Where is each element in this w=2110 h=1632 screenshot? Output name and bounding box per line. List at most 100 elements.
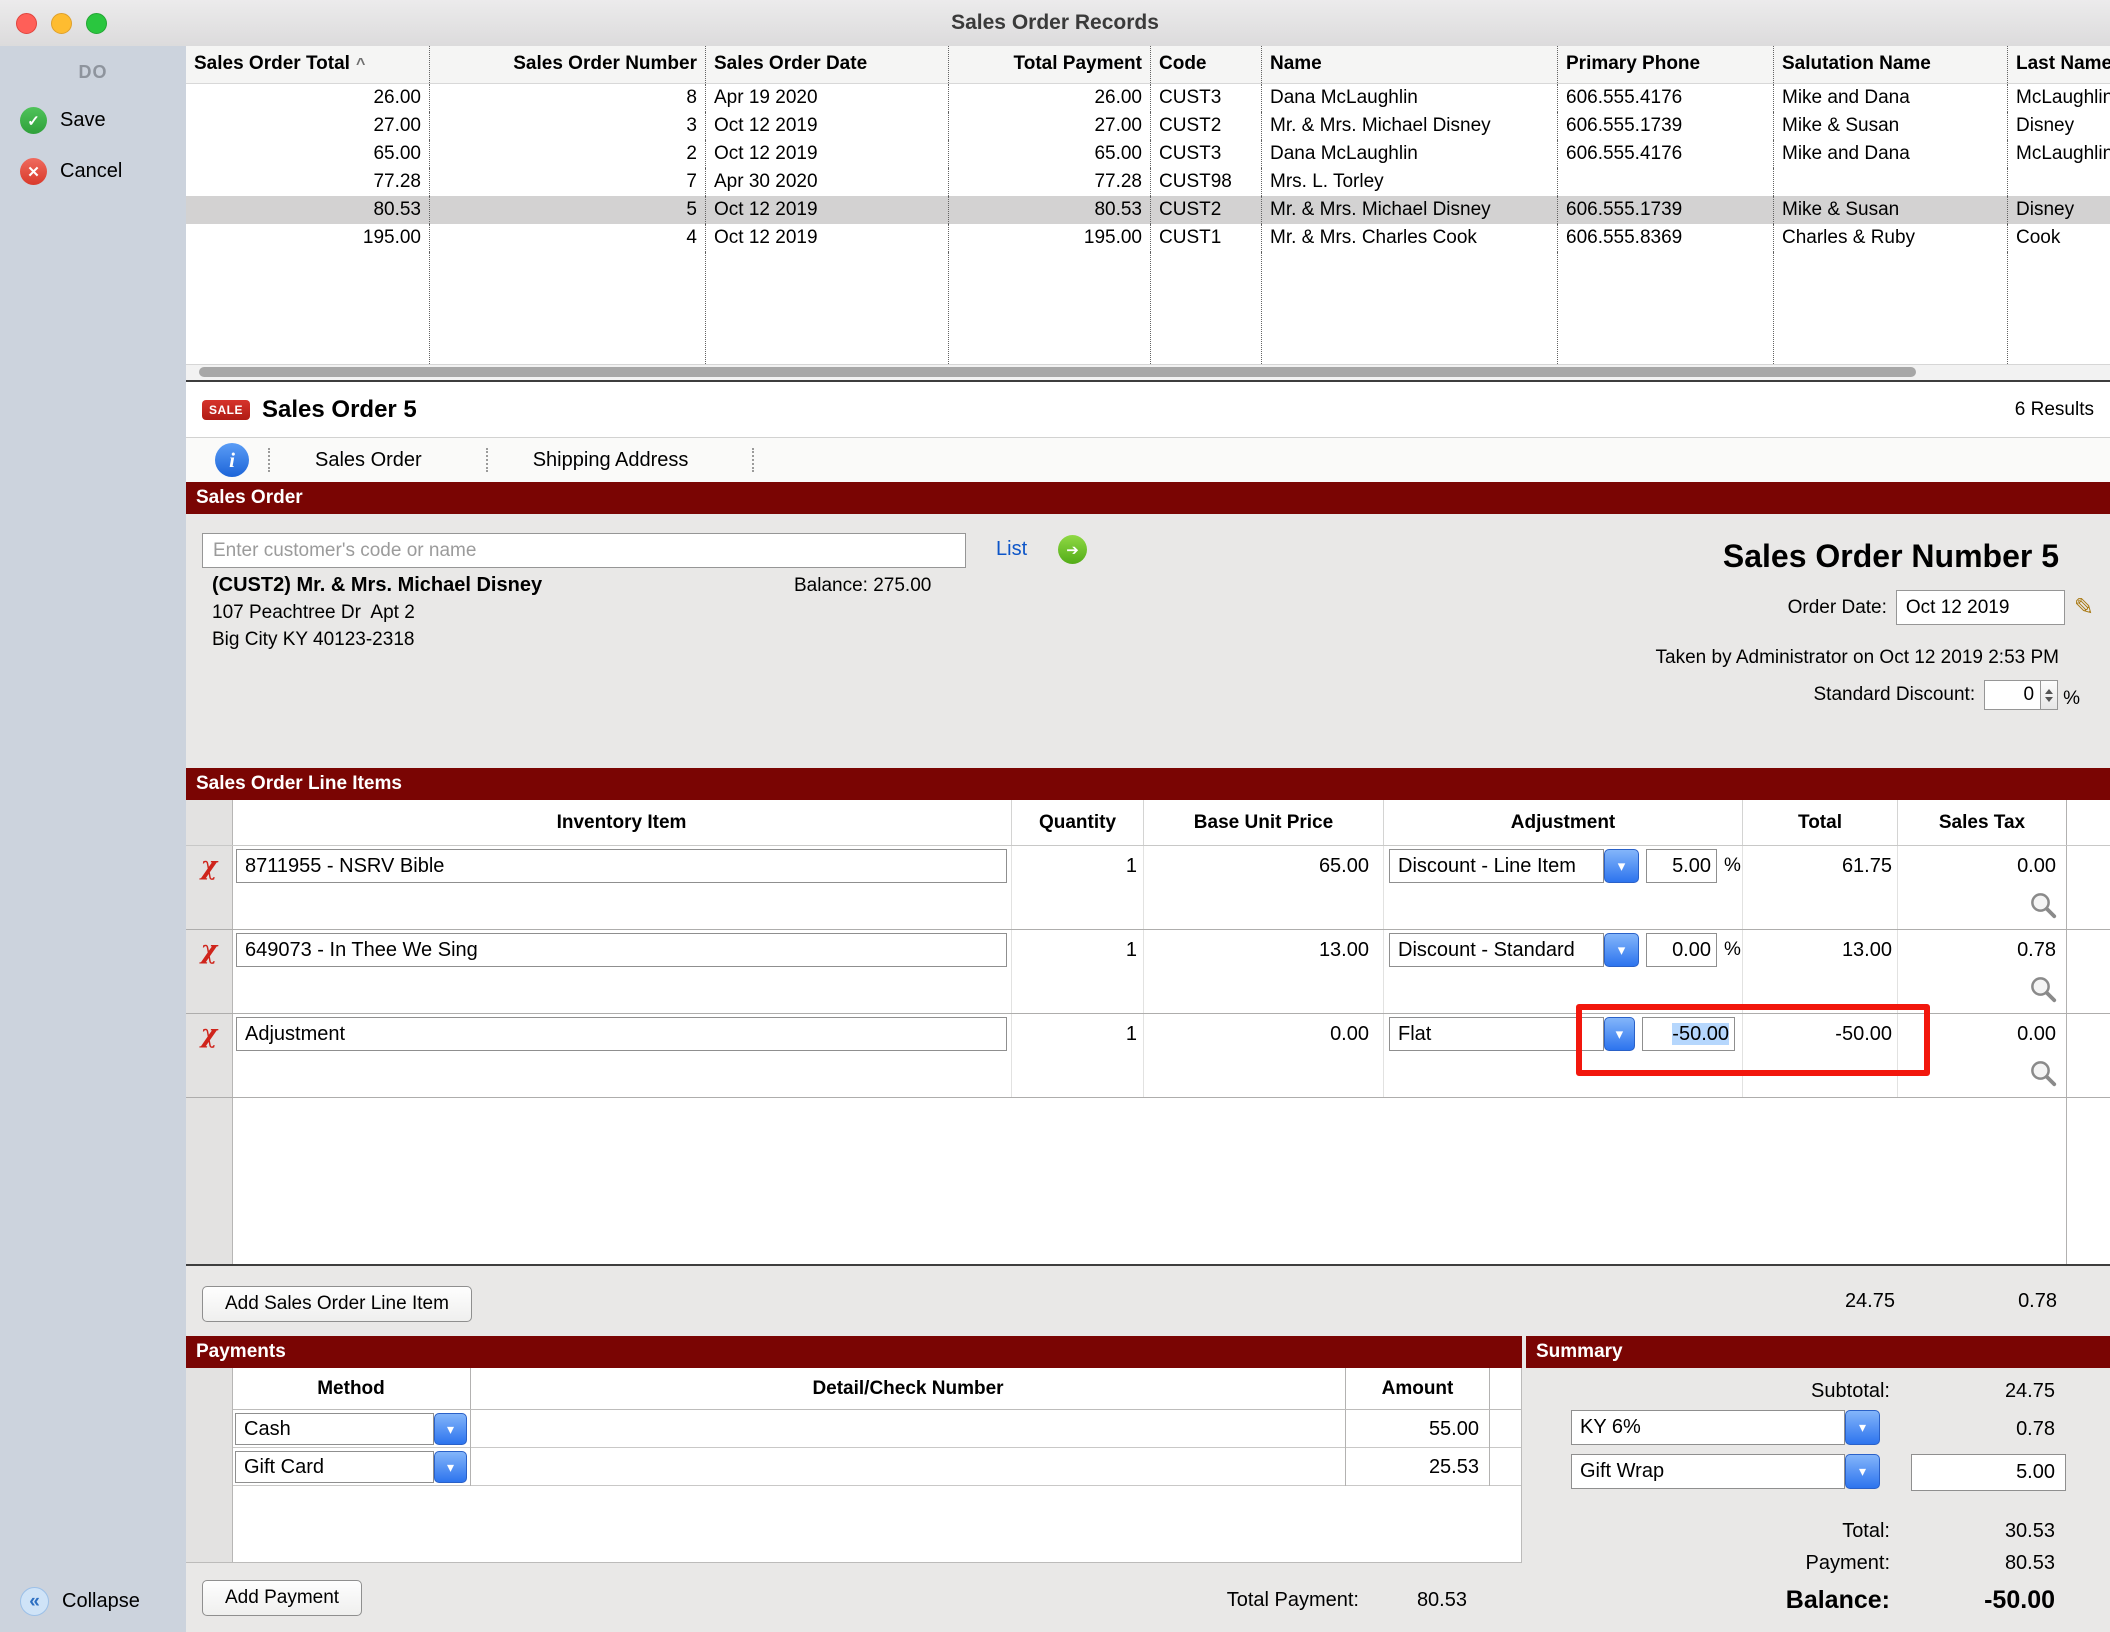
chevron-down-icon: ▾	[1859, 1419, 1866, 1436]
adjustment-dropdown-button[interactable]: ▾	[1604, 933, 1639, 967]
delete-line-icon[interactable]: χ	[186, 1014, 232, 1054]
base-unit-price-field[interactable]: 0.00	[1144, 1014, 1384, 1054]
giftwrap-option-field[interactable]: Gift Wrap	[1571, 1454, 1845, 1489]
tab-divider	[752, 448, 754, 472]
close-window-button[interactable]	[16, 13, 37, 34]
delete-line-icon[interactable]: χ	[186, 846, 232, 886]
adjustment-dropdown-button[interactable]: ▾	[1604, 849, 1639, 883]
adjustment-type-field[interactable]: Flat	[1389, 1017, 1604, 1051]
column-header-base-unit-price: Base Unit Price	[1144, 800, 1384, 845]
cancel-button[interactable]: ✕ Cancel	[0, 158, 186, 185]
adjustment-type-field[interactable]: Discount - Standard	[1389, 933, 1604, 967]
column-header-inventory-item: Inventory Item	[232, 800, 1012, 845]
delete-line-icon[interactable]: χ	[186, 930, 232, 970]
payment-method-field[interactable]: Cash	[235, 1413, 434, 1445]
cell-number: 7	[430, 168, 706, 196]
order-date-field[interactable]	[1896, 590, 2065, 625]
cell-payment: 80.53	[949, 196, 1151, 224]
column-header-name[interactable]: Name	[1262, 46, 1558, 83]
cell-date: Oct 12 2019	[706, 196, 949, 224]
cell-code: CUST3	[1151, 84, 1262, 112]
inventory-item-field[interactable]: 649073 - In Thee We Sing	[236, 933, 1007, 967]
tab-sales-order[interactable]: Sales Order	[270, 449, 467, 472]
discount-stepper[interactable]	[2041, 680, 2058, 710]
cell-lastname: Cook	[2008, 224, 2110, 252]
customer-address-line2: Big City KY 40123-2318	[212, 629, 414, 651]
inventory-item-field[interactable]: 8711955 - NSRV Bible	[236, 849, 1007, 883]
save-button[interactable]: ✓ Save	[0, 107, 186, 134]
tax-option-field[interactable]: KY 6%	[1571, 1410, 1845, 1445]
adjustment-type-field[interactable]: Discount - Line Item	[1389, 849, 1604, 883]
column-header-primary-phone[interactable]: Primary Phone	[1558, 46, 1774, 83]
column-header-last-name[interactable]: Last Name	[2008, 46, 2110, 83]
add-payment-button[interactable]: Add Payment	[202, 1580, 362, 1616]
cell-code: CUST98	[1151, 168, 1262, 196]
payment-amount-field[interactable]: 55.00	[1346, 1410, 1490, 1448]
method-dropdown-button[interactable]: ▾	[434, 1413, 467, 1445]
payment-detail-field[interactable]	[471, 1410, 1346, 1448]
table-row[interactable]: 195.00 4 Oct 12 2019 195.00 CUST1 Mr. & …	[186, 224, 2110, 252]
chevron-down-icon: ▾	[1616, 1025, 1624, 1043]
base-unit-price-field[interactable]: 13.00	[1144, 930, 1384, 970]
payment-label: Payment:	[1560, 1552, 1890, 1575]
list-link[interactable]: List	[996, 538, 1027, 561]
horizontal-scrollbar-thumb[interactable]	[199, 367, 1916, 377]
adjustment-value-field[interactable]: 0.00	[1646, 933, 1717, 967]
cell-number: 8	[430, 84, 706, 112]
cell-phone: 606.555.8369	[1558, 224, 1774, 252]
table-row-selected[interactable]: 80.53 5 Oct 12 2019 80.53 CUST2 Mr. & Mr…	[186, 196, 2110, 224]
column-header-total-payment[interactable]: Total Payment	[949, 46, 1151, 83]
adjustment-value-field[interactable]: -50.00	[1642, 1017, 1735, 1051]
adjustment-dropdown-button[interactable]: ▾	[1604, 1017, 1635, 1051]
payment-row: χ Gift Card▾ 25.53	[186, 1448, 1521, 1486]
tax-dropdown-button[interactable]: ▾	[1845, 1410, 1880, 1445]
minimize-window-button[interactable]	[51, 13, 72, 34]
adjustment-value-field[interactable]: 5.00	[1646, 849, 1717, 883]
add-line-item-button[interactable]: Add Sales Order Line Item	[202, 1286, 472, 1322]
tab-shipping-address[interactable]: Shipping Address	[488, 449, 734, 472]
order-date-row: Order Date: ✎	[1788, 590, 2094, 625]
table-row[interactable]: 27.00 3 Oct 12 2019 27.00 CUST2 Mr. & Mr…	[186, 112, 2110, 140]
giftwrap-dropdown[interactable]: Gift Wrap ▾	[1571, 1454, 1880, 1491]
zoom-window-button[interactable]	[86, 13, 107, 34]
collapse-button[interactable]: « Collapse	[20, 1587, 140, 1616]
column-header-sales-order-total[interactable]: Sales Order Total^	[186, 46, 430, 83]
column-header-sales-order-number[interactable]: Sales Order Number	[430, 46, 706, 83]
info-icon[interactable]: i	[215, 443, 249, 477]
tax-dropdown[interactable]: KY 6% ▾	[1571, 1410, 1880, 1447]
table-row[interactable]: 77.28 7 Apr 30 2020 77.28 CUST98 Mrs. L.…	[186, 168, 2110, 196]
line-items-body: χ 8711955 - NSRV Bible 1 65.00 Discount …	[186, 846, 2110, 1098]
quantity-field[interactable]: 1	[1012, 930, 1144, 970]
customer-search-input[interactable]	[202, 533, 966, 568]
standard-discount-field[interactable]	[1984, 680, 2041, 710]
table-row[interactable]: 65.00 2 Oct 12 2019 65.00 CUST3 Dana McL…	[186, 140, 2110, 168]
go-arrow-icon[interactable]: ➔	[1058, 535, 1087, 564]
tax-value: 0.78	[1895, 1418, 2055, 1441]
quantity-field[interactable]: 1	[1012, 846, 1144, 886]
magnifier-icon[interactable]	[2028, 974, 2058, 1004]
column-header-salutation-name[interactable]: Salutation Name	[1774, 46, 2008, 83]
method-dropdown-button[interactable]: ▾	[434, 1451, 467, 1483]
magnifier-icon[interactable]	[2028, 1058, 2058, 1088]
cell-phone: 606.555.4176	[1558, 84, 1774, 112]
horizontal-scrollbar-track[interactable]	[186, 364, 2110, 380]
giftwrap-dropdown-button[interactable]: ▾	[1845, 1454, 1880, 1489]
magnifier-icon[interactable]	[2028, 890, 2058, 920]
giftwrap-amount-field[interactable]	[1911, 1454, 2066, 1491]
payment-amount-field[interactable]: 25.53	[1346, 1448, 1490, 1486]
cell-lastname	[2008, 168, 2110, 196]
base-unit-price-field[interactable]: 65.00	[1144, 846, 1384, 886]
taken-by-text: Taken by Administrator on Oct 12 2019 2:…	[1656, 647, 2059, 669]
inventory-item-field[interactable]: Adjustment	[236, 1017, 1007, 1051]
cell-phone: 606.555.1739	[1558, 196, 1774, 224]
column-header-code[interactable]: Code	[1151, 46, 1262, 83]
quantity-field[interactable]: 1	[1012, 1014, 1144, 1054]
date-picker-icon[interactable]: ✎	[2074, 593, 2094, 622]
column-header-sales-order-date[interactable]: Sales Order Date	[706, 46, 949, 83]
sort-asc-icon: ^	[356, 56, 365, 73]
results-count: 6 Results	[2015, 399, 2094, 421]
payment-method-field[interactable]: Gift Card	[235, 1451, 434, 1483]
payment-detail-field[interactable]	[471, 1448, 1346, 1486]
table-row[interactable]: 26.00 8 Apr 19 2020 26.00 CUST3 Dana McL…	[186, 84, 2110, 112]
chevron-down-icon: ▾	[1618, 857, 1626, 875]
